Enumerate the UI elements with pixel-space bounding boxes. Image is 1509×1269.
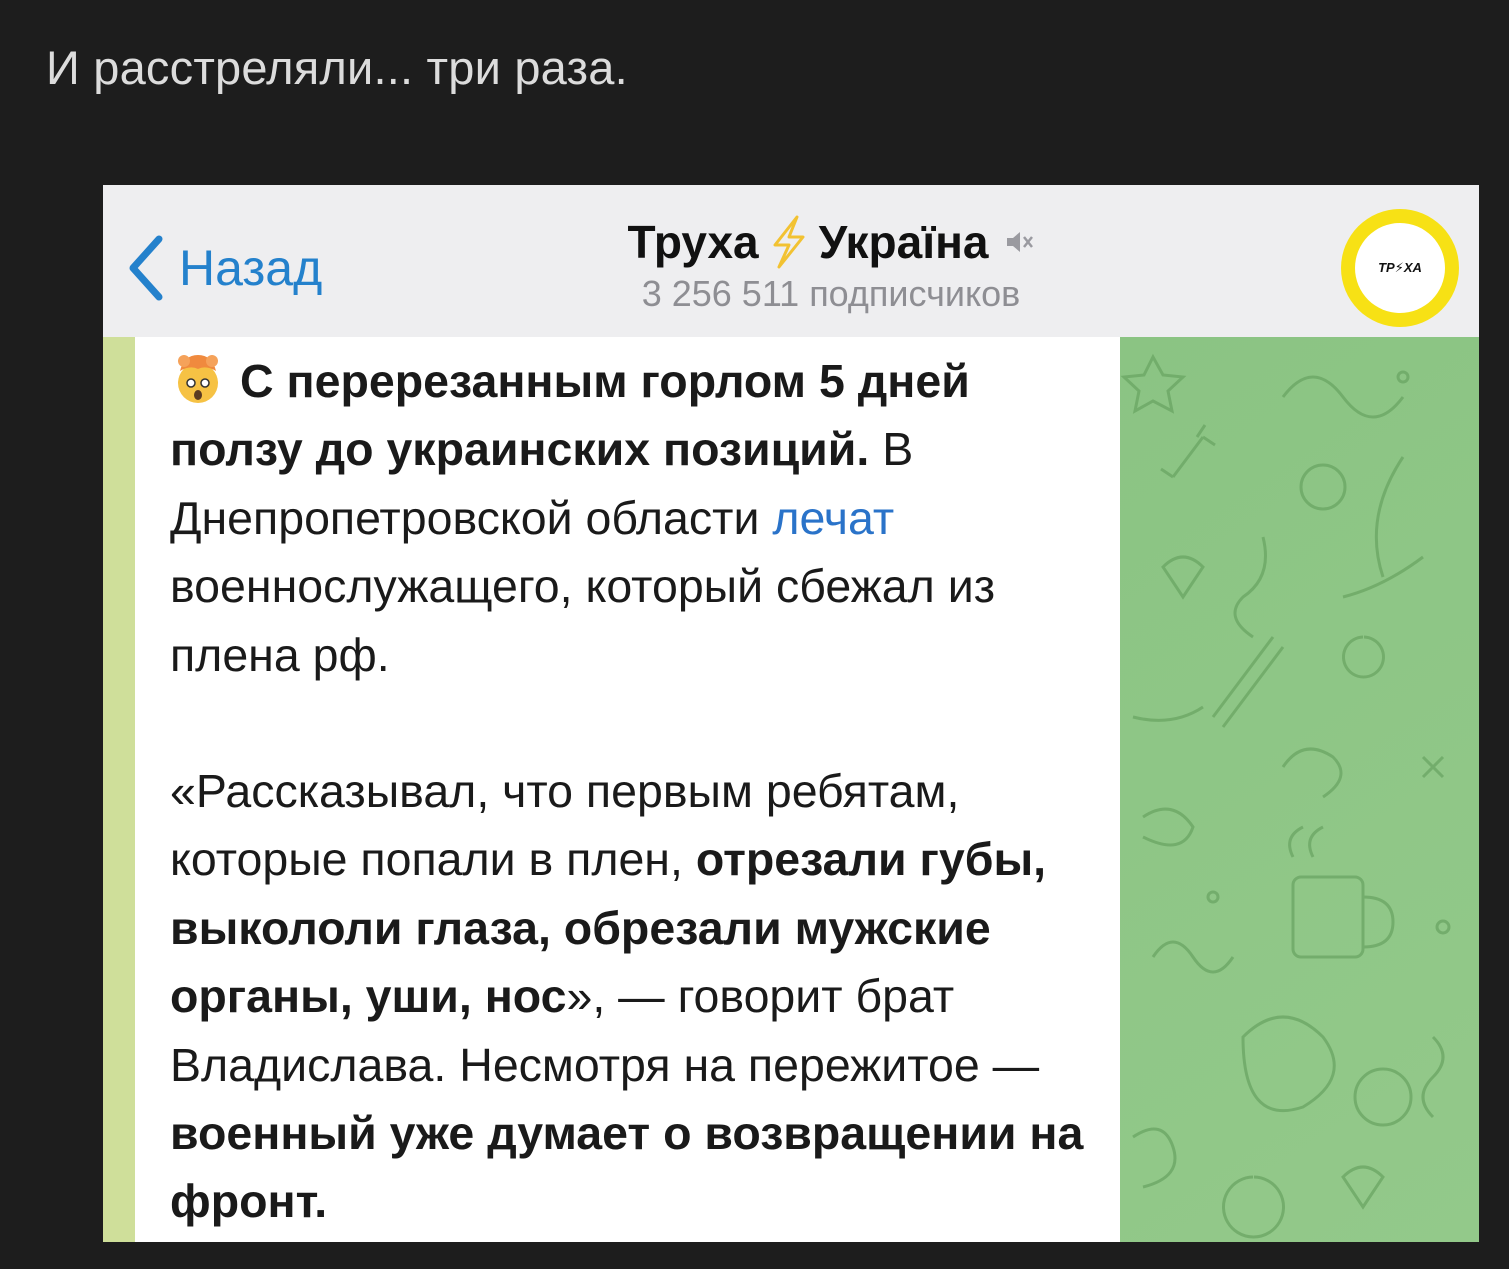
- lightning-icon: [773, 215, 805, 269]
- quote-bold-2: военный уже думает о возвращении на фрон…: [170, 1107, 1084, 1228]
- chat-edge-strip: [103, 337, 135, 1242]
- message-bubble: С перерезанным горлом 5 дней ползу до ук…: [135, 337, 1120, 1242]
- exploding-head-emoji-icon: [178, 355, 218, 403]
- channel-title-right: Україна: [818, 216, 989, 268]
- message-text: С перерезанным горлом 5 дней ползу до ук…: [170, 347, 1100, 1236]
- message-link[interactable]: лечат: [772, 492, 894, 544]
- message-paragraph-1: С перерезанным горлом 5 дней ползу до ук…: [170, 347, 1100, 689]
- channel-info[interactable]: Труха Україна 3 256 511 подписчиков: [103, 215, 1479, 315]
- headline-bold: С перерезанным горлом 5 дней ползу до ук…: [170, 355, 970, 476]
- telegram-screenshot: Назад Труха Україна 3 256 511 подписчико…: [103, 185, 1479, 1242]
- channel-title: Труха Україна: [627, 215, 1034, 269]
- channel-title-left: Труха: [627, 216, 759, 268]
- subscriber-count: 3 256 511 подписчиков: [641, 273, 1021, 314]
- channel-avatar[interactable]: ТР⚡ХА: [1341, 209, 1459, 327]
- post-caption: И расстреляли... три раза.: [46, 41, 628, 94]
- message-paragraph-2: «Рассказывал, что первым ребятам, которы…: [170, 757, 1100, 1236]
- message-text-2: военнослужащего, который сбежал из плена…: [170, 560, 996, 681]
- chat-header: Назад Труха Україна 3 256 511 подписчико…: [103, 185, 1479, 337]
- muted-speaker-icon: [1006, 232, 1033, 252]
- avatar-logo: ТР⚡ХА: [1355, 223, 1445, 313]
